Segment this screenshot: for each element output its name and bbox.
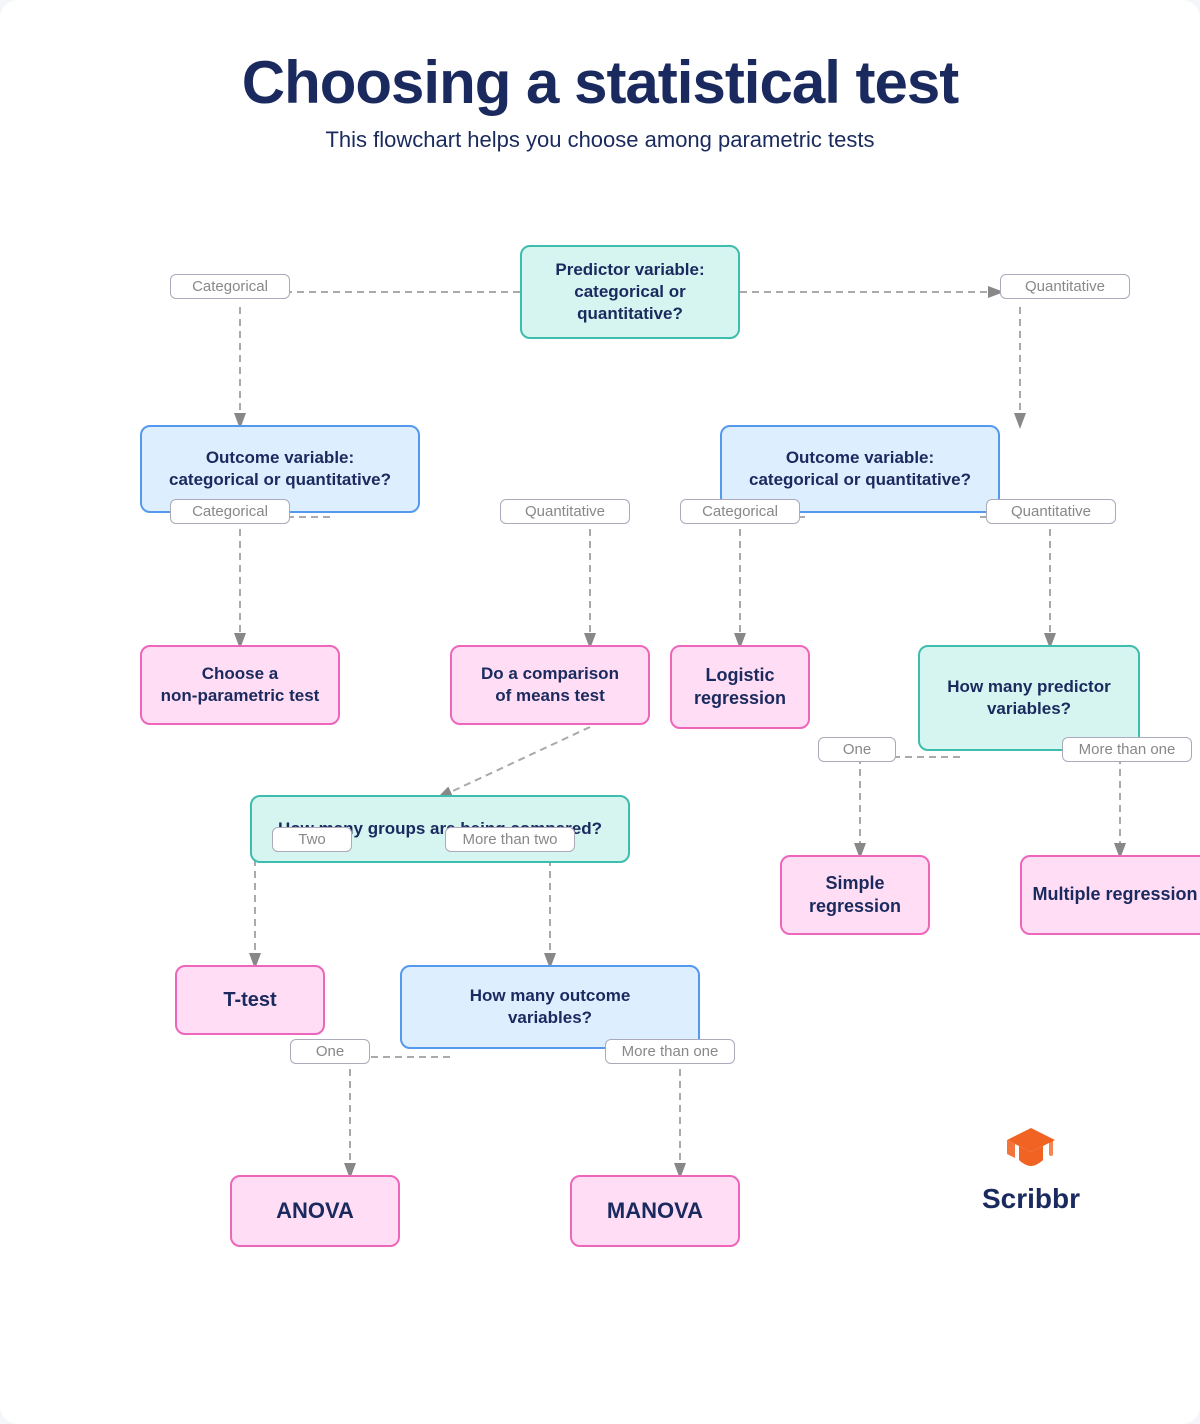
node-how-many-outcome: How many outcome variables? (400, 965, 700, 1049)
label-categorical-right: Categorical (680, 499, 800, 524)
node-logistic: Logistic regression (670, 645, 810, 729)
node-comparison: Do a comparison of means test (450, 645, 650, 725)
scribbr-icon (1005, 1120, 1057, 1177)
scribbr-logo: Scribbr (982, 1120, 1080, 1215)
scribbr-logo-text: Scribbr (982, 1183, 1080, 1215)
label-categorical-left: Categorical (170, 274, 290, 299)
node-predictor: Predictor variable: categorical or quant… (520, 245, 740, 339)
page-title: Choosing a statistical test (60, 48, 1140, 117)
node-simple-reg: Simple regression (780, 855, 930, 935)
page-subtitle: This flowchart helps you choose among pa… (60, 127, 1140, 153)
node-anova: ANOVA (230, 1175, 400, 1247)
label-quantitative-left2: Quantitative (500, 499, 630, 524)
label-two: Two (272, 827, 352, 852)
label-quantitative-right2: Quantitative (986, 499, 1116, 524)
node-non-parametric: Choose a non-parametric test (140, 645, 340, 725)
flowchart: Predictor variable: categorical or quant… (60, 197, 1140, 1247)
label-categorical-left2: Categorical (170, 499, 290, 524)
label-more-than-one-pred: More than one (1062, 737, 1192, 762)
label-one-pred: One (818, 737, 896, 762)
label-more-than-two: More than two (445, 827, 575, 852)
label-one-groups: One (290, 1039, 370, 1064)
node-multiple-reg: Multiple regression (1020, 855, 1200, 935)
node-how-many-pred: How many predictor variables? (918, 645, 1140, 751)
node-manova: MANOVA (570, 1175, 740, 1247)
label-quantitative-right-top: Quantitative (1000, 274, 1130, 299)
label-more-than-one-groups: More than one (605, 1039, 735, 1064)
node-t-test: T-test (175, 965, 325, 1035)
page: Choosing a statistical test This flowcha… (0, 0, 1200, 1424)
